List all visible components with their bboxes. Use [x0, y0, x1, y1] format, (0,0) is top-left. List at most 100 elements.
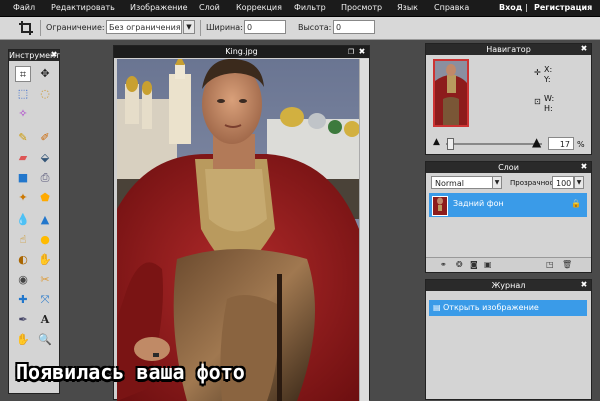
lock-icon[interactable]: 🔒	[571, 199, 581, 208]
menu-edit[interactable]: Редактировать	[51, 3, 115, 12]
folder-icon[interactable]: ▣	[484, 260, 492, 269]
link-icon[interactable]: ⚭	[440, 260, 447, 269]
width-input[interactable]: 0	[244, 20, 286, 34]
zoom-slider-track[interactable]	[446, 143, 542, 145]
mask-icon[interactable]: ◙	[470, 260, 478, 269]
dodge-tool-icon[interactable]: ◐	[15, 252, 31, 268]
size-icon: ⊡	[534, 97, 541, 106]
photo-canvas[interactable]	[117, 59, 359, 401]
layer-name: Задний фон	[453, 199, 504, 208]
menu-help[interactable]: Справка	[434, 3, 469, 12]
close-icon[interactable]: ✖	[358, 48, 366, 56]
smudge-tool-icon[interactable]: ☝	[15, 232, 31, 248]
layers-panel: Слои ✖ Normal ▼ Прозрачность: 100 ▼ Задн…	[425, 161, 592, 273]
height-input[interactable]: 0	[333, 20, 375, 34]
portrait-image	[117, 59, 359, 401]
close-icon[interactable]: ✖	[580, 163, 588, 171]
close-icon[interactable]: ✖	[580, 281, 588, 289]
text-tool-icon[interactable]: A	[37, 312, 53, 328]
navigator-panel: Навигатор ✖ ✛ X: Y: ⊡ W: H: ▲ ▲ 17 %	[425, 43, 592, 155]
marquee-tool-icon[interactable]: ⬚	[15, 86, 31, 102]
menu-bar: Файл Редактировать Изображение Слой Корр…	[0, 0, 600, 17]
trash-icon[interactable]: 🗑	[562, 260, 572, 269]
document-title: King.jpg	[114, 46, 369, 58]
navigator-title: Навигатор	[426, 44, 591, 55]
menu-adjust[interactable]: Коррекция	[236, 3, 282, 12]
history-item-label: Открыть изображение	[443, 303, 539, 312]
options-bar: Ограничение: Без ограничения ▼ Ширина: 0…	[0, 17, 600, 40]
hand-tool-icon[interactable]: ✋	[15, 332, 31, 348]
pinch-tool-icon[interactable]: ⤧	[37, 292, 53, 308]
x-coord-label: X:	[544, 65, 553, 74]
spot-heal-icon[interactable]: ✂	[37, 272, 53, 288]
close-icon[interactable]: ✖	[50, 51, 58, 59]
navigator-thumbnail[interactable]	[433, 59, 469, 127]
burn-tool-icon[interactable]: ✋	[37, 252, 53, 268]
zoom-in-icon[interactable]: ▲	[532, 135, 541, 149]
history-title: Журнал	[426, 280, 591, 291]
caption-overlay: Появилась ваша фото	[16, 360, 245, 384]
toolbar-divider	[40, 20, 41, 36]
drop-blur-icon[interactable]: 💧	[15, 212, 31, 228]
history-item[interactable]: ▤ Открыть изображение	[429, 300, 587, 316]
tools-panel: Инструмент ✖ ⌗ ✥ ⬚ ◌ ✧ ✎ ✐ ▰ ⬙ ■ ⎙ ✦ ⬟ 💧…	[8, 49, 60, 394]
crop-tool-icon[interactable]: ⌗	[15, 66, 31, 82]
lasso-tool-icon[interactable]: ◌	[37, 86, 53, 102]
layer-row[interactable]: Задний фон 🔒	[429, 193, 587, 217]
zoom-unit: %	[577, 140, 585, 149]
effects-icon[interactable]: ❂	[456, 260, 463, 269]
maximize-icon[interactable]: ❐	[347, 48, 355, 56]
zoom-input[interactable]: 17	[548, 137, 574, 150]
chevron-down-icon[interactable]: ▼	[492, 176, 502, 189]
zoom-out-icon[interactable]: ▲	[433, 137, 440, 147]
bloat-tool-icon[interactable]: ✚	[15, 292, 31, 308]
width-coord-label: W:	[544, 94, 555, 103]
menu-filter[interactable]: Фильтр	[294, 3, 326, 12]
menu-separator: |	[525, 3, 528, 12]
history-step-icon: ▤	[433, 303, 441, 312]
history-panel: Журнал ✖ ▤ Открыть изображение	[425, 279, 592, 400]
fill-tool-icon[interactable]: ⬙	[37, 150, 53, 166]
close-icon[interactable]: ✖	[580, 45, 588, 53]
pencil-tool-icon[interactable]: ✎	[15, 130, 31, 146]
height-coord-label: H:	[544, 104, 553, 113]
brush-tool-icon[interactable]: ✐	[37, 130, 53, 146]
vertical-scrollbar[interactable]	[359, 59, 369, 401]
crop-icon[interactable]	[18, 20, 34, 36]
eyedropper-icon[interactable]: ✒	[15, 312, 31, 328]
color-replace-icon[interactable]: ✦	[15, 190, 31, 206]
menu-image[interactable]: Изображение	[130, 3, 188, 12]
menu-language[interactable]: Язык	[397, 3, 418, 12]
toolbar-divider	[200, 20, 201, 36]
shape-tool-icon[interactable]: ⬟	[37, 190, 53, 206]
red-eye-icon[interactable]: ◉	[15, 272, 31, 288]
document-window: King.jpg ❐ ✖	[113, 45, 370, 401]
opacity-input[interactable]: 100	[552, 176, 574, 189]
chevron-down-icon[interactable]: ▼	[574, 176, 584, 189]
layers-footer: ⚭ ❂ ◙ ▣ ◳ 🗑	[426, 257, 591, 272]
new-layer-icon[interactable]: ◳	[546, 260, 554, 269]
layers-title: Слои	[426, 162, 591, 173]
menu-file[interactable]: Файл	[13, 3, 35, 12]
gradient-tool-icon[interactable]: ■	[15, 170, 31, 186]
constraint-select[interactable]: Без ограничения	[106, 20, 182, 34]
height-label: Высота:	[298, 23, 332, 32]
magic-wand-icon[interactable]: ✧	[15, 106, 31, 122]
menu-layer[interactable]: Слой	[199, 3, 220, 12]
zoom-slider-handle[interactable]	[447, 138, 454, 150]
width-label: Ширина:	[206, 23, 243, 32]
chevron-down-icon[interactable]: ▼	[183, 20, 195, 34]
eraser-tool-icon[interactable]: ▰	[15, 150, 31, 166]
y-coord-label: Y:	[544, 75, 551, 84]
move-tool-icon[interactable]: ✥	[37, 66, 53, 82]
stamp-tool-icon[interactable]: ⎙	[37, 170, 53, 186]
menu-view[interactable]: Просмотр	[341, 3, 382, 12]
zoom-tool-icon[interactable]: 🔍	[37, 332, 53, 348]
sponge-tool-icon[interactable]: ●	[37, 232, 53, 248]
layer-thumbnail	[432, 196, 448, 216]
login-link[interactable]: Вход	[499, 3, 522, 12]
register-link[interactable]: Регистрация	[534, 3, 592, 12]
constraint-label: Ограничение:	[46, 23, 105, 32]
sharpen-tool-icon[interactable]: ▲	[37, 212, 53, 228]
blend-mode-select[interactable]: Normal	[431, 176, 493, 189]
